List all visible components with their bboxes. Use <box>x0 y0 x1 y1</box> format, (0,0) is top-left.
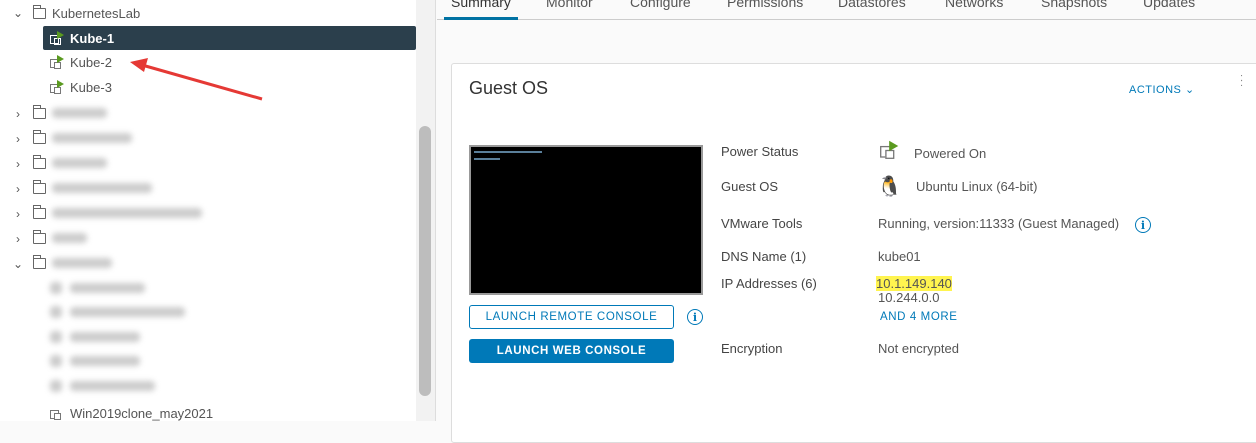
console-thumbnail[interactable] <box>469 145 703 295</box>
tab-updates[interactable]: Updates <box>1143 0 1195 10</box>
guest-os-label: Guest OS <box>721 179 779 194</box>
chevron-down-icon: ⌄ <box>1184 84 1195 96</box>
card-title: Guest OS <box>469 78 549 98</box>
tab-monitor[interactable]: Monitor <box>546 0 593 10</box>
tab-configure[interactable]: Configure <box>630 0 691 10</box>
encryption-label: Encryption <box>721 341 783 356</box>
drag-handle-icon[interactable]: :: <box>1240 73 1248 89</box>
red-arrow-annotation <box>130 58 263 101</box>
info-icon[interactable]: i <box>1135 217 1151 233</box>
inventory-tree: ⌄ KubernetesLab Kube-1 Kube-2 Kube-3 › › ›… <box>0 0 416 421</box>
launch-web-console-button[interactable]: LAUNCH WEB CONSOLE <box>469 339 674 363</box>
tab-summary[interactable]: Summary <box>451 0 511 10</box>
actions-dropdown[interactable]: ACTIONS ⌄ <box>1129 83 1195 96</box>
info-icon[interactable]: i <box>687 309 703 325</box>
actions-label: ACTIONS <box>1129 84 1182 96</box>
tab-bar: Summary Monitor Configure Permissions Datast… <box>437 0 1256 20</box>
launch-remote-console-button[interactable]: LAUNCH REMOTE CONSOLE <box>469 305 674 329</box>
dns-name-value: kube01 <box>878 249 921 264</box>
ip-addresses-label: IP Addresses (6) <box>721 276 817 291</box>
vmware-tools-value: Running, version:11333 (Guest Managed) <box>878 216 1120 231</box>
tab-permissions[interactable]: Permissions <box>727 0 803 10</box>
dns-name-label: DNS Name (1) <box>721 249 807 264</box>
and-more-link[interactable]: AND 4 MORE <box>880 311 958 323</box>
active-tab-indicator <box>444 17 518 20</box>
guest-os-value: Ubuntu Linux (64-bit) <box>916 179 1038 194</box>
ip-address-primary: 10.1.149.140 <box>876 276 952 291</box>
encryption-value: Not encrypted <box>878 341 959 356</box>
highlighted-ip: 10.1.149.140 <box>876 276 952 291</box>
tab-datastores[interactable]: Datastores <box>838 0 906 10</box>
vmware-tools-label: VMware Tools <box>721 216 803 231</box>
linux-penguin-icon: 🐧 <box>877 176 902 198</box>
scrollbar-thumb[interactable] <box>419 126 431 396</box>
tab-networks[interactable]: Networks <box>945 0 1003 10</box>
power-status-label: Power Status <box>721 144 799 159</box>
tab-snapshots[interactable]: Snapshots <box>1041 0 1107 10</box>
power-status-value: Powered On <box>914 146 987 161</box>
ip-address-secondary: 10.244.0.0 <box>878 290 940 305</box>
vm-powered-on-icon <box>879 140 899 161</box>
